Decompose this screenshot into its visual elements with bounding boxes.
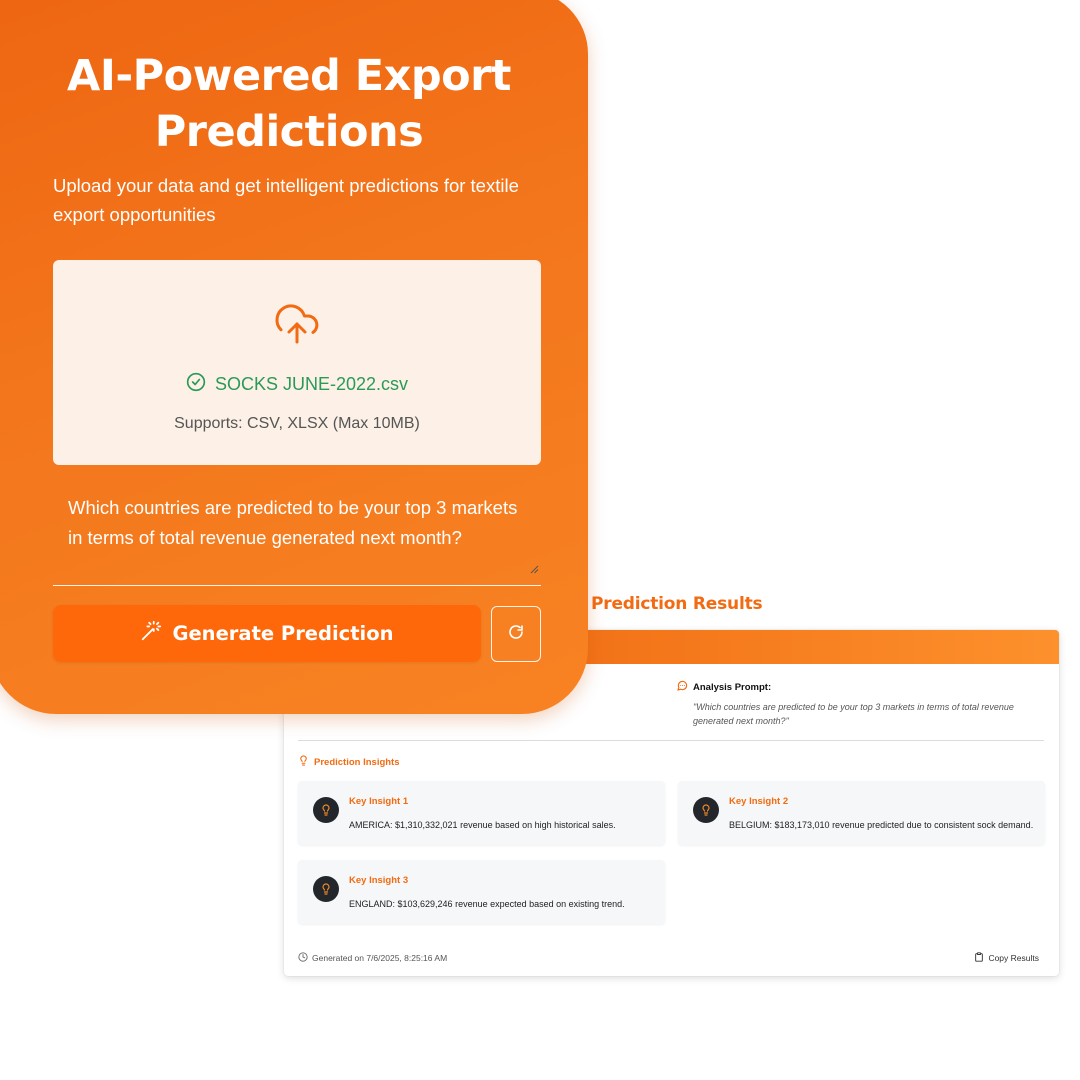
panel-subtitle: Upload your data and get intelligent pre… xyxy=(53,175,519,225)
insight-title: Key Insight 2 xyxy=(729,796,789,807)
file-dropzone[interactable]: SOCKS JUNE-2022.csv Supports: CSV, XLSX … xyxy=(53,260,541,465)
insight-card: Key Insight 2 BELGIUM: $183,173,010 reve… xyxy=(678,781,1045,845)
uploaded-file: SOCKS JUNE-2022.csv xyxy=(53,372,541,397)
reset-button[interactable] xyxy=(491,606,541,662)
generate-prediction-button[interactable]: Generate Prediction xyxy=(53,605,481,662)
copy-results-label: Copy Results xyxy=(988,953,1039,963)
insight-text: ENGLAND: $103,629,246 revenue expected b… xyxy=(349,899,625,909)
check-circle-icon xyxy=(186,372,206,397)
lightbulb-icon xyxy=(313,797,339,823)
lightbulb-icon xyxy=(693,797,719,823)
refresh-icon xyxy=(508,624,524,645)
insight-text: AMERICA: $1,310,332,021 revenue based on… xyxy=(349,820,616,830)
clipboard-icon xyxy=(974,952,984,964)
prediction-insights-label: Prediction Insights xyxy=(314,756,400,768)
question-textarea[interactable]: Which countries are predicted to be your… xyxy=(53,480,541,586)
divider xyxy=(298,740,1044,741)
question-value: Which countries are predicted to be your… xyxy=(68,497,518,548)
file-name: SOCKS JUNE-2022.csv xyxy=(214,374,409,394)
upload-panel: AI-Powered Export Predictions Upload you… xyxy=(0,0,588,714)
resize-handle-icon[interactable] xyxy=(530,553,539,583)
analysis-prompt-label: Analysis Prompt: xyxy=(693,681,772,693)
copy-results-button[interactable]: Copy Results xyxy=(974,952,1039,964)
cloud-upload-icon xyxy=(271,300,323,353)
insight-card: Key Insight 1 AMERICA: $1,310,332,021 re… xyxy=(298,781,665,845)
insight-card: Key Insight 3 ENGLAND: $103,629,246 reve… xyxy=(298,860,665,924)
insight-title: Key Insight 1 xyxy=(349,796,409,807)
generated-text: Generated on 7/6/2025, 8:25:16 AM xyxy=(312,953,448,963)
lightbulb-icon xyxy=(298,755,309,769)
insight-text: BELGIUM: $183,173,010 revenue predicted … xyxy=(729,820,1034,830)
analysis-prompt: Analysis Prompt: "Which countries are pr… xyxy=(677,680,1047,728)
analysis-prompt-text: "Which countries are predicted to be you… xyxy=(693,702,1014,726)
lightbulb-icon xyxy=(313,876,339,902)
message-icon xyxy=(677,680,688,694)
results-title: Prediction Results xyxy=(591,594,763,614)
insight-title: Key Insight 3 xyxy=(349,875,409,886)
clock-icon xyxy=(298,952,308,964)
prediction-insights-heading: Prediction Insights xyxy=(298,755,400,769)
panel-title: AI-Powered Export Predictions xyxy=(67,51,511,157)
generated-timestamp: Generated on 7/6/2025, 8:25:16 AM xyxy=(298,952,447,964)
generate-prediction-label: Generate Prediction xyxy=(172,622,394,645)
magic-wand-icon xyxy=(140,620,162,647)
supported-formats: Supports: CSV, XLSX (Max 10MB) xyxy=(174,415,420,432)
